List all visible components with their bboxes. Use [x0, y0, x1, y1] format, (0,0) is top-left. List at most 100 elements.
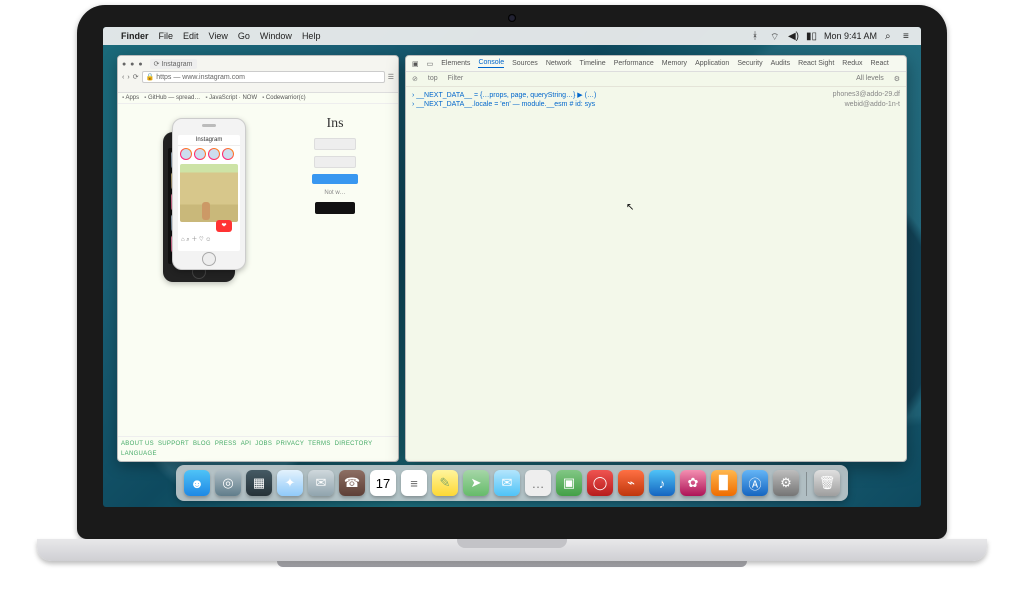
- console-context[interactable]: top: [428, 75, 438, 83]
- footer-link[interactable]: ABOUT US: [121, 441, 154, 447]
- address-bar[interactable]: 🔒 https — www.instagram.com: [142, 71, 385, 83]
- footer-link[interactable]: LANGUAGE: [121, 451, 157, 457]
- devtools-tabs: ▣ ▭ Elements Console Sources Network Tim…: [406, 56, 906, 72]
- bluetooth-icon[interactable]: ᚼ: [752, 31, 762, 41]
- dock-messages-icon[interactable]: ✉: [494, 470, 520, 496]
- dock-facetime-icon[interactable]: ▣: [556, 470, 582, 496]
- dock-mail-icon[interactable]: ✉: [308, 470, 334, 496]
- settings-gear-icon[interactable]: ⚙: [894, 75, 900, 83]
- device-toggle-icon[interactable]: ▭: [427, 60, 434, 68]
- devtools-tab[interactable]: Redux: [842, 60, 862, 67]
- devtools-tab[interactable]: Timeline: [580, 60, 606, 67]
- devtools-tab[interactable]: React: [871, 60, 889, 67]
- dock-photobooth-icon[interactable]: ◯: [587, 470, 613, 496]
- hero-phones: Instagram ❤ ⌂ ⌕ ＋ ♡ ☺: [124, 112, 274, 432]
- dock-appstore-icon[interactable]: Ⓐ: [742, 470, 768, 496]
- dock-maps-icon[interactable]: ➤: [463, 470, 489, 496]
- dock-trash-icon[interactable]: 🗑: [814, 470, 840, 496]
- dock-calendar-icon[interactable]: 17: [370, 470, 396, 496]
- laptop-foot: [277, 561, 747, 567]
- devtools-tab[interactable]: Performance: [614, 60, 654, 67]
- spotlight-icon[interactable]: ⌕: [885, 31, 895, 41]
- bookmark-item[interactable]: JavaScript · NOW: [205, 95, 257, 101]
- dock-launchpad-icon[interactable]: ◎: [215, 470, 241, 496]
- footer-link[interactable]: API: [241, 441, 252, 447]
- laptop-lid: Finder File Edit View Go Window Help ᚼ ⌔…: [77, 5, 947, 539]
- inspect-icon[interactable]: ▣: [412, 60, 419, 68]
- appstore-badge[interactable]: [315, 202, 355, 214]
- laptop-notch: [457, 539, 567, 548]
- story-row: [178, 146, 240, 162]
- dock: ☻◎▦✦✉☎17≡✎➤✉…▣◯⌁♪✿▉Ⓐ⚙🗑: [176, 465, 848, 501]
- extensions-icon[interactable]: ☰: [388, 73, 394, 81]
- volume-icon[interactable]: ◀): [788, 31, 798, 41]
- bookmark-item[interactable]: GitHub — spread…: [144, 95, 200, 101]
- phone-mock-light: Instagram ❤ ⌂ ⌕ ＋ ♡ ☺: [172, 118, 246, 270]
- console-subtoolbar: ⊘ top Filter All levels ⚙: [406, 72, 906, 87]
- nav-reload-icon[interactable]: ⟳: [133, 73, 139, 81]
- devtools-tab[interactable]: Console: [478, 59, 504, 68]
- console-clear-icon[interactable]: ⊘: [412, 75, 418, 83]
- nav-back-icon[interactable]: ‹: [122, 74, 124, 81]
- menubar-app-name[interactable]: Finder: [121, 31, 149, 41]
- battery-icon[interactable]: ▮▯: [806, 31, 816, 41]
- laptop-base: [37, 539, 987, 561]
- login-button[interactable]: [312, 174, 358, 184]
- window-controls[interactable]: ● ● ●: [122, 61, 144, 68]
- devtools-tab[interactable]: Application: [695, 60, 729, 67]
- dock-activity-icon[interactable]: ⌁: [618, 470, 644, 496]
- menubar-window[interactable]: Window: [260, 31, 292, 41]
- input-placeholder[interactable]: [314, 138, 356, 150]
- notification-center-icon[interactable]: ≡: [903, 31, 913, 41]
- footer-link[interactable]: PRESS: [215, 441, 237, 447]
- dock-separator: [806, 472, 807, 496]
- dock-speech-icon[interactable]: …: [525, 470, 551, 496]
- page-footer-links: ABOUT US SUPPORT BLOG PRESS API JOBS PRI…: [118, 436, 398, 461]
- dock-itunes-icon[interactable]: ♪: [649, 470, 675, 496]
- devtools-tab[interactable]: Audits: [771, 60, 790, 67]
- devtools-tab[interactable]: Security: [737, 60, 762, 67]
- menubar-edit[interactable]: Edit: [183, 31, 199, 41]
- devtools-tab[interactable]: Sources: [512, 60, 538, 67]
- footer-link[interactable]: BLOG: [193, 441, 211, 447]
- dock-notes-icon[interactable]: ✎: [432, 470, 458, 496]
- devtools-tab[interactable]: React Sight: [798, 60, 834, 67]
- menubar-go[interactable]: Go: [238, 31, 250, 41]
- dock-gamecenter-icon[interactable]: ✿: [680, 470, 706, 496]
- menubar-time[interactable]: Mon 9:41 AM: [824, 31, 877, 41]
- footer-link[interactable]: DIRECTORY: [335, 441, 373, 447]
- dock-ibooks-icon[interactable]: ▉: [711, 470, 737, 496]
- signup-panel: Ins Not w…: [278, 112, 392, 432]
- bookmarks-bar: Apps GitHub — spread… JavaScript · NOW C…: [118, 93, 398, 104]
- dock-safari-icon[interactable]: ✦: [277, 470, 303, 496]
- console-body[interactable]: › __NEXT_DATA__ = {…props, page, querySt…: [406, 87, 906, 461]
- menubar-file[interactable]: File: [159, 31, 174, 41]
- menubar-view[interactable]: View: [209, 31, 228, 41]
- like-badge: ❤: [216, 220, 232, 232]
- footer-link[interactable]: SUPPORT: [158, 441, 189, 447]
- dock-reminders-icon[interactable]: ≡: [401, 470, 427, 496]
- browser-tab[interactable]: ⟳ Instagram: [150, 59, 197, 69]
- dock-contacts-icon[interactable]: ☎: [339, 470, 365, 496]
- input-placeholder[interactable]: [314, 156, 356, 168]
- dock-settings-icon[interactable]: ⚙: [773, 470, 799, 496]
- bookmark-item[interactable]: Codewarrior(c): [262, 95, 305, 101]
- nav-forward-icon[interactable]: ›: [127, 74, 129, 81]
- feed-post-image: ❤: [180, 164, 238, 222]
- bookmark-item[interactable]: Apps: [122, 95, 139, 101]
- ig-feed-title: Instagram: [178, 135, 240, 146]
- dock-mission-control-icon[interactable]: ▦: [246, 470, 272, 496]
- wifi-icon[interactable]: ⌔: [770, 31, 780, 41]
- console-levels[interactable]: All levels: [856, 75, 884, 83]
- devtools-tab[interactable]: Memory: [662, 60, 687, 67]
- menubar-help[interactable]: Help: [302, 31, 321, 41]
- footer-link[interactable]: JOBS: [255, 441, 272, 447]
- dock-finder-icon[interactable]: ☻: [184, 470, 210, 496]
- console-filter[interactable]: Filter: [448, 75, 464, 83]
- signup-note: Not w…: [324, 190, 345, 196]
- devtools-tab[interactable]: Elements: [441, 60, 470, 67]
- footer-link[interactable]: PRIVACY: [276, 441, 304, 447]
- footer-link[interactable]: TERMS: [308, 441, 331, 447]
- brand-logo: Ins: [326, 116, 343, 132]
- devtools-tab[interactable]: Network: [546, 60, 572, 67]
